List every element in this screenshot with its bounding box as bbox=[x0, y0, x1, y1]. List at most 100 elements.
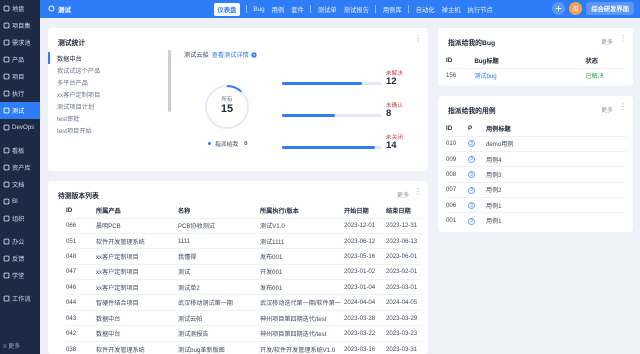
nav-tab[interactable]: 自动化 bbox=[412, 0, 438, 18]
nav-tab[interactable]: 测试单 bbox=[314, 0, 340, 18]
app-title[interactable]: 测试 bbox=[48, 4, 71, 14]
sidebar-item[interactable]: 地盘 bbox=[0, 0, 40, 17]
table-row[interactable]: 010 3 demo用例 bbox=[446, 135, 626, 152]
build-name[interactable]: PCB协收测试 bbox=[178, 217, 260, 234]
nav-tab[interactable]: 用例 bbox=[268, 0, 288, 18]
sidebar-item[interactable]: 反馈 bbox=[0, 250, 40, 267]
build-id: 066 bbox=[66, 217, 96, 234]
builds-more-link[interactable]: 更多 bbox=[397, 190, 409, 199]
tabs-scrollbar[interactable] bbox=[168, 50, 171, 112]
sidebar-item[interactable]: 办公 bbox=[0, 233, 40, 250]
build-name[interactable]: 1111 bbox=[178, 232, 260, 249]
my-cases-more-link[interactable]: 更多 bbox=[601, 105, 613, 114]
table-row[interactable]: 007 3 用例2 bbox=[446, 181, 626, 198]
build-name[interactable]: 我懂得 bbox=[178, 248, 260, 265]
sidebar-item[interactable]: DevOps bbox=[0, 119, 40, 136]
project-tab[interactable]: 测试项目计划 bbox=[48, 100, 166, 112]
build-name[interactable]: 测试单2 bbox=[178, 279, 260, 295]
nav-tab[interactable]: Bug bbox=[250, 0, 268, 18]
column-header[interactable]: 名称 bbox=[178, 203, 260, 218]
sidebar-item-label: 执行 bbox=[12, 91, 25, 98]
case-title[interactable]: demo用例 bbox=[486, 135, 626, 152]
table-row[interactable]: 008 3 用例3 bbox=[446, 166, 626, 183]
table-row[interactable]: 047 xx客户定制项目 测试 开发001 2023-01-02 2023-02-01 bbox=[66, 263, 422, 280]
case-title[interactable]: 用例1 bbox=[486, 197, 626, 213]
build-name[interactable]: 武汉移动测试第一期 bbox=[178, 294, 260, 311]
case-title[interactable]: 用例2 bbox=[486, 181, 626, 198]
table-row[interactable]: 038 软件开发管理系统 测试bug革新版图 开发/软件开发管理系统V1.0 2023-… bbox=[66, 340, 422, 354]
test-icon bbox=[3, 107, 10, 114]
sidebar-more-button[interactable]: ≡ 更多 bbox=[3, 341, 20, 350]
case-priority: 3 bbox=[468, 150, 486, 167]
column-header[interactable]: 开始日期 bbox=[344, 203, 386, 218]
sidebar-item[interactable]: 学堂 bbox=[0, 267, 40, 284]
column-header[interactable]: ID bbox=[66, 203, 96, 218]
sidebar-item[interactable]: 资产库 bbox=[0, 159, 40, 176]
table-row[interactable]: 006 3 用例1 bbox=[446, 197, 626, 213]
nav-tab[interactable]: 用例库 bbox=[379, 0, 405, 18]
sidebar-item[interactable]: 组织 bbox=[0, 210, 40, 227]
table-row[interactable]: 051 软件开发管理系统 1111 测试1111 2023-06-12 2023-06-1… bbox=[66, 232, 422, 249]
project-tab[interactable]: 多平台产品 bbox=[48, 76, 166, 88]
column-header[interactable]: 结束日期 bbox=[386, 203, 422, 218]
nav-tab[interactable]: 套件 bbox=[288, 0, 308, 18]
table-row[interactable]: 156 测试bug 已解决 bbox=[446, 67, 626, 84]
bug-title[interactable]: 测试bug bbox=[474, 67, 586, 84]
table-row[interactable]: 046 xx客户定制项目 测试单2 发布001 2023-01-04 2023-03-01 bbox=[66, 279, 422, 295]
sidebar-item[interactable]: BI bbox=[0, 193, 40, 210]
column-header[interactable]: 所属产品 bbox=[96, 203, 178, 218]
column-header[interactable]: 所属执行/版本 bbox=[260, 203, 344, 218]
table-row[interactable]: 001 3 用例1 bbox=[446, 212, 626, 229]
case-title[interactable]: 用例4 bbox=[486, 150, 626, 167]
nav-tab[interactable]: 执行节点 bbox=[464, 0, 496, 18]
build-name[interactable]: 测试bug革新版图 bbox=[178, 340, 260, 354]
column-header[interactable]: ID bbox=[446, 53, 474, 68]
column-header[interactable]: Bug标题 bbox=[474, 53, 585, 68]
more-menu-icon[interactable]: ⋮ bbox=[414, 35, 422, 43]
table-row[interactable]: 042 数据中台 测试测报告 神州项目第四期迭代/test 2023-03-22 2023… bbox=[66, 325, 422, 342]
nav-tab[interactable]: 仪表盘 bbox=[214, 2, 240, 16]
case-title[interactable]: 用例3 bbox=[486, 166, 626, 183]
sidebar-item[interactable]: 需求池 bbox=[0, 34, 40, 51]
table-row[interactable]: 044 智硬件结合项目 武汉移动测试第一期 武汉移动迭代第一期/软件第一 2024-04… bbox=[66, 294, 422, 311]
build-name[interactable]: 测试 bbox=[178, 263, 260, 280]
nav-tab[interactable]: 测试报告 bbox=[340, 0, 372, 18]
view-details-link[interactable]: 查看测试详情 bbox=[212, 50, 249, 59]
case-priority: 3 bbox=[468, 181, 486, 198]
my-bugs-more-link[interactable]: 更多 bbox=[601, 37, 613, 46]
avatar[interactable]: 瓜 bbox=[569, 2, 583, 15]
sidebar-item[interactable]: 看板 bbox=[0, 142, 40, 159]
add-button[interactable] bbox=[552, 2, 566, 15]
project-tab[interactable]: test项目开始 bbox=[48, 124, 166, 136]
sidebar-item[interactable]: 文档 bbox=[0, 176, 40, 193]
table-row[interactable]: 043 数据中台 测试云帕 神州项目第四期迭代/test 2023-03-28 2023-… bbox=[66, 309, 422, 326]
table-row[interactable]: 009 3 用例4 bbox=[446, 150, 626, 167]
sidebar-item[interactable]: 产品 bbox=[0, 51, 40, 68]
sidebar-item[interactable]: 测试 bbox=[0, 102, 40, 119]
table-row[interactable]: 066 晨明PCB PCB协收测试 测试V1.0 2023-12-01 2023-12-3… bbox=[66, 217, 422, 234]
sidebar-item[interactable]: 执行 bbox=[0, 85, 40, 102]
metric-value: 14 bbox=[386, 140, 397, 151]
more-menu-icon[interactable]: ⋮ bbox=[619, 35, 627, 43]
project-tab[interactable]: xx客户定制项目 bbox=[48, 88, 166, 100]
build-name[interactable]: 测试测报告 bbox=[178, 325, 260, 342]
project-tab[interactable]: test审批 bbox=[48, 112, 166, 124]
more-menu-icon[interactable]: ⋮ bbox=[619, 103, 627, 111]
nav-tab[interactable]: 禅主机 bbox=[438, 0, 464, 18]
project-tab[interactable]: 我试试这个产品 bbox=[48, 64, 166, 76]
column-header[interactable]: 状态 bbox=[586, 53, 626, 68]
sidebar-item[interactable]: 项目集 bbox=[0, 17, 40, 34]
more-menu-icon[interactable]: ⋮ bbox=[414, 188, 422, 196]
rd-interface-button[interactable]: 综合研发界面 bbox=[586, 2, 634, 15]
column-header[interactable]: P bbox=[468, 121, 486, 136]
arrow-right-icon[interactable] bbox=[251, 51, 257, 58]
build-name[interactable]: 测试云帕 bbox=[178, 309, 260, 326]
sidebar-item[interactable]: 工作流 bbox=[0, 290, 40, 307]
column-header[interactable]: 用例标题 bbox=[486, 121, 626, 136]
project-tab[interactable]: 数据中台 bbox=[48, 52, 166, 64]
assigned-to-me: 指派给我 0 bbox=[208, 139, 247, 148]
case-title[interactable]: 用例1 bbox=[486, 212, 626, 229]
table-row[interactable]: 048 xx客户定制项目 我懂得 发布001 2023-05-16 2023-06-01 bbox=[66, 248, 422, 265]
sidebar-item[interactable]: 项目 bbox=[0, 68, 40, 85]
column-header[interactable]: ID bbox=[446, 121, 468, 136]
